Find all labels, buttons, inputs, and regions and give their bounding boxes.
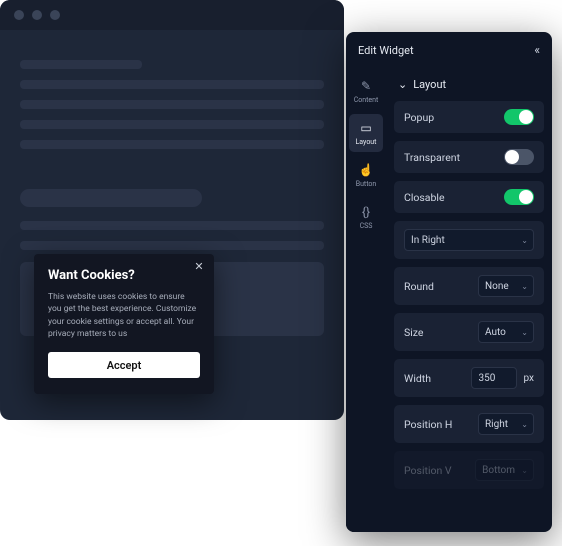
tab-layout[interactable]: ▭ Layout <box>349 114 383 152</box>
prop-label: Size <box>404 326 423 339</box>
tab-button[interactable]: ☝ Button <box>349 156 383 194</box>
side-tabs: ✎ Content ▭ Layout ☝ Button {} CSS <box>346 68 386 532</box>
chevron-down-icon: ⌄ <box>521 466 528 475</box>
collapse-icon[interactable]: « <box>534 43 540 57</box>
properties-list: ⌄ Layout Popup Transparent Closable In R… <box>386 68 552 532</box>
prop-label: Position V <box>404 464 452 477</box>
chevron-down-icon: ⌄ <box>521 236 528 245</box>
prop-label: Width <box>404 372 431 385</box>
pointer-icon: ☝ <box>359 163 374 177</box>
cookie-title: Want Cookies? <box>48 268 200 283</box>
prop-label: Round <box>404 280 434 293</box>
cookie-body: This website uses cookies to ensure you … <box>48 291 200 340</box>
edit-icon: ✎ <box>361 79 371 93</box>
panel-header: Edit Widget « <box>346 32 552 68</box>
prop-label: Popup <box>404 111 434 124</box>
traffic-light-dot <box>14 10 24 20</box>
closable-toggle[interactable] <box>504 189 534 205</box>
prop-transparent: Transparent <box>394 141 544 173</box>
window-titlebar <box>0 0 344 30</box>
chevron-down-icon: ⌄ <box>521 282 528 291</box>
code-icon: {} <box>362 205 370 219</box>
position-h-select[interactable]: Right ⌄ <box>478 413 534 435</box>
prop-animation: In Right ⌄ <box>394 221 544 259</box>
cookie-modal: ✕ Want Cookies? This website uses cookie… <box>34 254 214 394</box>
popup-toggle[interactable] <box>504 109 534 125</box>
round-select[interactable]: None ⌄ <box>478 275 534 297</box>
prop-position-h: Position H Right ⌄ <box>394 405 544 443</box>
prop-size: Size Auto ⌄ <box>394 313 544 351</box>
close-icon[interactable]: ✕ <box>190 260 208 278</box>
tab-content[interactable]: ✎ Content <box>349 72 383 110</box>
prop-label: Transparent <box>404 151 460 164</box>
width-input[interactable] <box>471 367 517 389</box>
accept-button[interactable]: Accept <box>48 352 200 378</box>
edit-widget-panel: Edit Widget « ✎ Content ▭ Layout ☝ Butto… <box>346 32 552 532</box>
traffic-light-dot <box>32 10 42 20</box>
prop-position-v: Position V Bottom ⌄ <box>394 451 544 489</box>
transparent-toggle[interactable] <box>504 149 534 165</box>
tab-css[interactable]: {} CSS <box>349 198 383 236</box>
prop-popup: Popup <box>394 101 544 133</box>
prop-label: Closable <box>404 191 445 204</box>
chevron-down-icon: ⌄ <box>521 328 528 337</box>
prop-closable: Closable <box>394 181 544 213</box>
traffic-light-dot <box>50 10 60 20</box>
position-v-select[interactable]: Bottom ⌄ <box>475 459 534 481</box>
prop-label: Position H <box>404 418 452 431</box>
prop-width: Width px <box>394 359 544 397</box>
unit-label: px <box>523 373 534 384</box>
panel-title: Edit Widget <box>358 44 414 57</box>
chevron-down-icon: ⌄ <box>521 420 528 429</box>
prop-round: Round None ⌄ <box>394 267 544 305</box>
animation-select[interactable]: In Right ⌄ <box>404 229 534 251</box>
section-layout-header[interactable]: ⌄ Layout <box>398 78 544 91</box>
size-select[interactable]: Auto ⌄ <box>478 321 534 343</box>
chevron-down-icon: ⌄ <box>398 78 407 91</box>
layout-icon: ▭ <box>360 121 371 135</box>
